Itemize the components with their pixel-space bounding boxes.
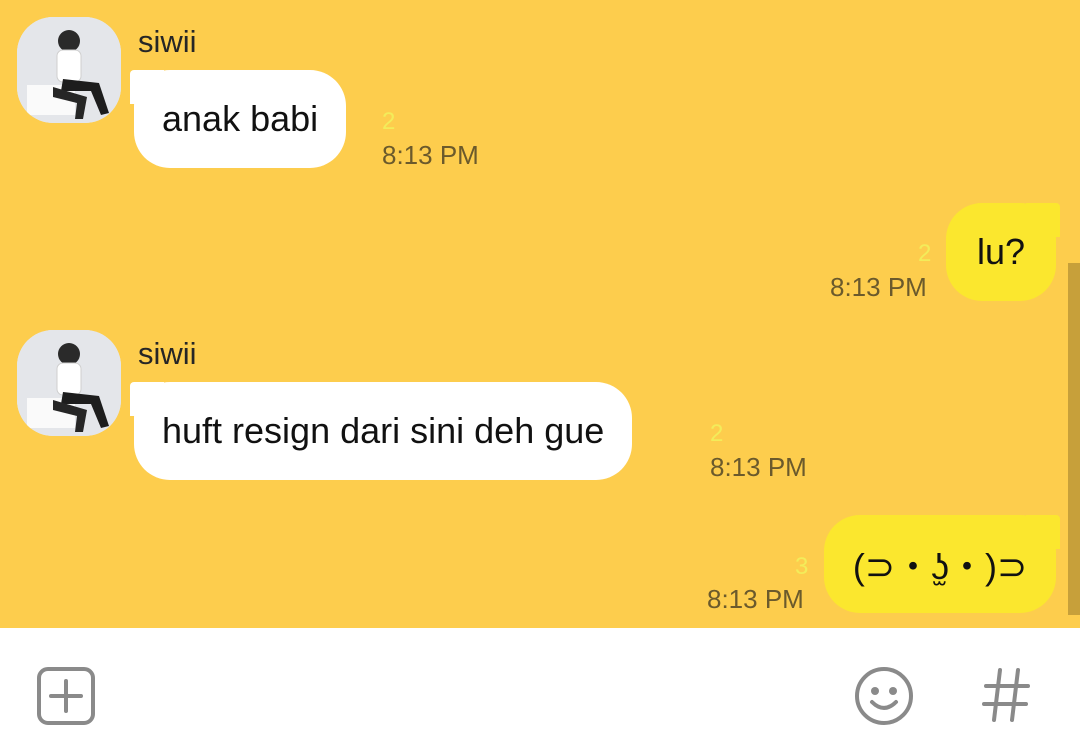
message-time: 8:13 PM [710,452,807,482]
sender-name: siwii [138,336,197,371]
input-bar [0,628,1080,752]
unread-count: 2 [918,240,932,267]
unread-count: 3 [795,553,809,580]
plus-square-icon[interactable] [36,666,96,726]
message-time: 8:13 PM [830,272,927,302]
message-text: anak babi [162,98,319,139]
sender-avatar[interactable] [17,17,121,123]
message-bubble[interactable]: lu? [946,203,1060,301]
message-text: huft resign dari sini deh gue [162,410,605,451]
message-time: 8:13 PM [382,140,479,170]
message-bubble[interactable]: anak babi [129,70,347,168]
chat-area[interactable]: siwii anak babi 2 8:13 PM 2 8:13 PM lu? … [0,0,1080,628]
message-text: (⊃・ʖ̫・)⊃ [852,546,1028,587]
unread-count: 2 [382,108,396,135]
emoji-smile-icon[interactable] [853,665,915,727]
sender-avatar[interactable] [17,330,121,436]
message-bubble[interactable]: huft resign dari sini deh gue [129,382,633,480]
message-text: lu? [976,231,1026,272]
sender-name: siwii [138,24,197,59]
message-time: 8:13 PM [707,584,804,614]
scrollbar[interactable] [1068,263,1080,615]
unread-count: 2 [710,420,724,447]
message-bubble[interactable]: (⊃・ʖ̫・)⊃ [824,515,1060,613]
hashtag-icon[interactable] [980,666,1034,724]
